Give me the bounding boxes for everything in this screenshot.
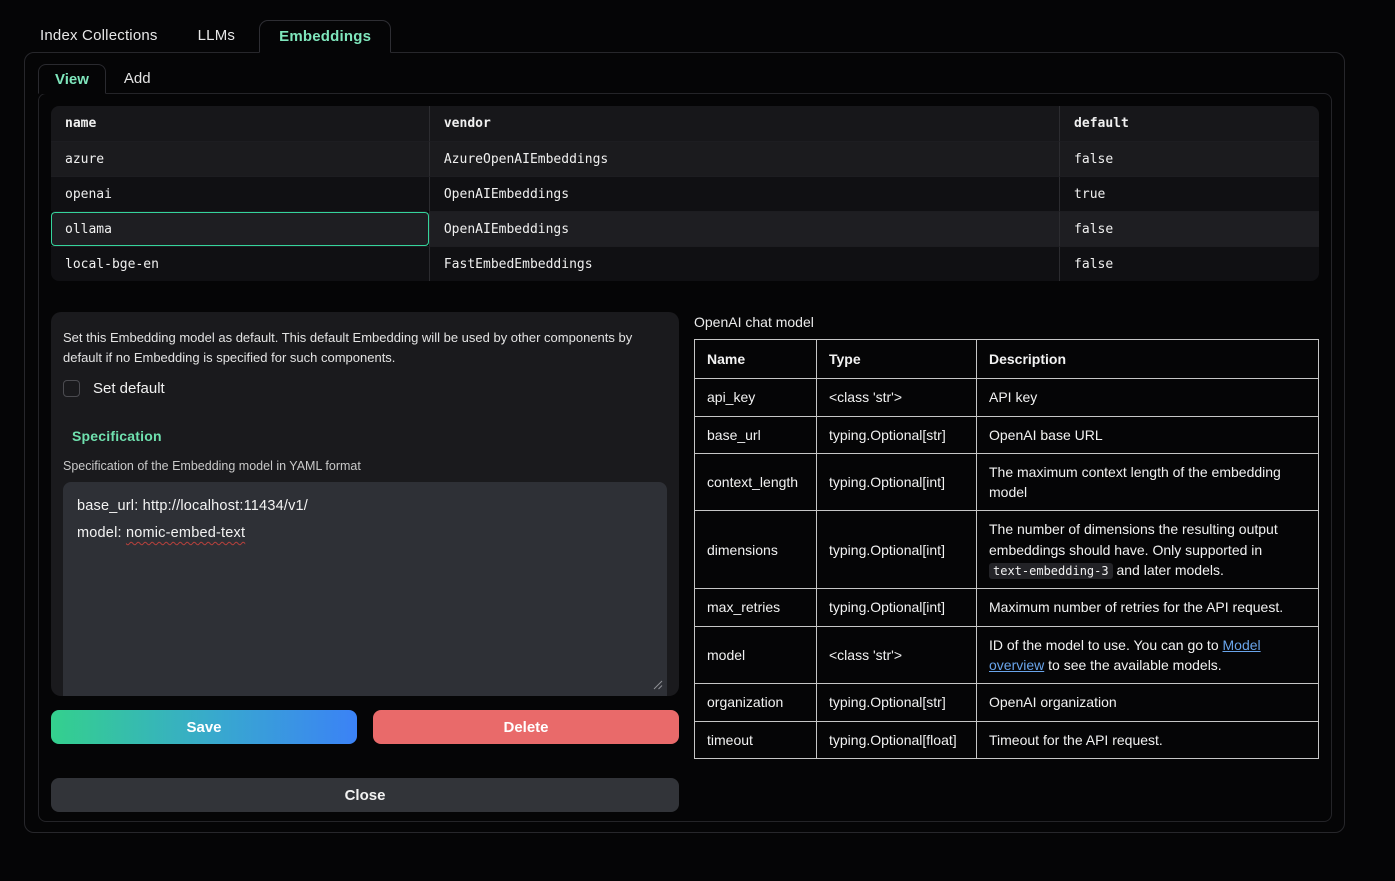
- specification-caption: Specification of the Embedding model in …: [63, 459, 667, 473]
- schema-doc-column: OpenAI chat model Name Type Description …: [694, 312, 1319, 759]
- schema-table-header: Name Type Description: [695, 340, 1319, 379]
- embedding-cell-vendor[interactable]: FastEmbedEmbeddings: [429, 246, 1059, 281]
- yaml-line: base_url: http://localhost:11434/v1/: [77, 493, 653, 520]
- yaml-spec-editor[interactable]: base_url: http://localhost:11434/v1/ mod…: [63, 482, 667, 696]
- embedding-row-azure[interactable]: azureAzureOpenAIEmbeddingsfalse: [51, 141, 1319, 176]
- embedding-row-openai[interactable]: openaiOpenAIEmbeddingstrue: [51, 176, 1319, 211]
- schema-cell-description: Maximum number of retries for the API re…: [977, 589, 1319, 626]
- tab-view[interactable]: View: [38, 64, 106, 94]
- schema-cell-description: The number of dimensions the resulting o…: [977, 511, 1319, 589]
- misspelled-word: nomic-embed-text: [126, 525, 245, 541]
- embedding-cell-default[interactable]: false: [1059, 246, 1319, 281]
- embedding-cell-default[interactable]: false: [1059, 211, 1319, 246]
- set-default-checkbox[interactable]: [63, 380, 80, 397]
- description-text: The number of dimensions the resulting o…: [989, 521, 1278, 557]
- schema-row-dimensions: dimensionstyping.Optional[int] The number…: [695, 511, 1319, 589]
- save-button[interactable]: Save: [51, 710, 357, 744]
- view-add-tabbar: View Add: [38, 62, 1332, 93]
- inline-code: text-embedding-3: [989, 563, 1113, 579]
- default-description-text: Set this Embedding model as default. Thi…: [63, 328, 663, 367]
- embedding-row-ollama[interactable]: ollamaOpenAIEmbeddingsfalse: [51, 211, 1319, 246]
- schema-cell-type: typing.Optional[str]: [817, 416, 977, 453]
- embeddings-panel: View Add name vendor default azureAzureO…: [24, 52, 1345, 833]
- resize-handle-icon[interactable]: [653, 673, 663, 696]
- tab-index-collections[interactable]: Index Collections: [24, 19, 174, 52]
- schema-cell-description: API key: [977, 379, 1319, 416]
- schema-cell-type: typing.Optional[int]: [817, 589, 977, 626]
- schema-cell-description: OpenAI organization: [977, 684, 1319, 721]
- delete-button[interactable]: Delete: [373, 710, 679, 744]
- schema-cell-type: typing.Optional[int]: [817, 511, 977, 589]
- schema-cell-name: api_key: [695, 379, 817, 416]
- description-text: ID of the model to use. You can go to: [989, 637, 1223, 653]
- embedding-cell-name[interactable]: local-bge-en: [51, 246, 429, 281]
- schema-cell-description: OpenAI base URL: [977, 416, 1319, 453]
- schema-cell-description: Timeout for the API request.: [977, 721, 1319, 758]
- schema-row-max_retries: max_retriestyping.Optional[int] Maximum n…: [695, 589, 1319, 626]
- description-text: API key: [989, 389, 1037, 405]
- schema-title: OpenAI chat model: [694, 314, 1319, 330]
- schema-column-name: Name: [695, 340, 817, 379]
- set-default-row: Set default: [63, 380, 667, 397]
- schema-row-base_url: base_urltyping.Optional[str] OpenAI base …: [695, 416, 1319, 453]
- schema-column-description: Description: [977, 340, 1319, 379]
- schema-cell-name: context_length: [695, 453, 817, 511]
- schema-cell-name: dimensions: [695, 511, 817, 589]
- embedding-cell-name[interactable]: ollama: [51, 211, 429, 246]
- embedding-row-local-bge-en[interactable]: local-bge-enFastEmbedEmbeddingsfalse: [51, 246, 1319, 281]
- description-text: Maximum number of retries for the API re…: [989, 599, 1283, 615]
- view-panel: name vendor default azureAzureOpenAIEmbe…: [38, 93, 1332, 822]
- schema-cell-type: <class 'str'>: [817, 626, 977, 684]
- specification-heading: Specification: [63, 428, 667, 444]
- schema-table: Name Type Description api_key<class 'str…: [694, 339, 1319, 759]
- schema-cell-type: typing.Optional[int]: [817, 453, 977, 511]
- column-header-default: default: [1059, 106, 1319, 141]
- schema-cell-name: organization: [695, 684, 817, 721]
- embeddings-table: name vendor default azureAzureOpenAIEmbe…: [51, 106, 1319, 281]
- schema-cell-name: max_retries: [695, 589, 817, 626]
- schema-cell-description: ID of the model to use. You can go to Mo…: [977, 626, 1319, 684]
- schema-cell-type: typing.Optional[float]: [817, 721, 977, 758]
- schema-cell-description: The maximum context length of the embedd…: [977, 453, 1319, 511]
- schema-row-timeout: timeouttyping.Optional[float] Timeout for…: [695, 721, 1319, 758]
- embedding-cell-name[interactable]: azure: [51, 141, 429, 176]
- schema-cell-name: base_url: [695, 416, 817, 453]
- schema-column-type: Type: [817, 340, 977, 379]
- set-default-label: Set default: [93, 380, 165, 397]
- tab-add[interactable]: Add: [108, 63, 167, 93]
- embedding-cell-vendor[interactable]: OpenAIEmbeddings: [429, 211, 1059, 246]
- schema-cell-type: <class 'str'>: [817, 379, 977, 416]
- embedding-cell-vendor[interactable]: OpenAIEmbeddings: [429, 176, 1059, 211]
- column-header-name: name: [51, 106, 429, 141]
- tab-llms[interactable]: LLMs: [182, 19, 251, 52]
- schema-cell-name: timeout: [695, 721, 817, 758]
- column-header-vendor: vendor: [429, 106, 1059, 141]
- description-text: to see the available models.: [1044, 657, 1221, 673]
- description-text: The maximum context length of the embedd…: [989, 464, 1281, 500]
- embedding-detail-column: Set this Embedding model as default. Thi…: [51, 312, 679, 812]
- default-and-spec-card: Set this Embedding model as default. Thi…: [51, 312, 679, 696]
- schema-row-organization: organizationtyping.Optional[str] OpenAI o…: [695, 684, 1319, 721]
- embeddings-table-header: name vendor default: [51, 106, 1319, 141]
- close-button[interactable]: Close: [51, 778, 679, 812]
- schema-cell-type: typing.Optional[str]: [817, 684, 977, 721]
- description-text: OpenAI organization: [989, 694, 1117, 710]
- embedding-cell-default[interactable]: false: [1059, 141, 1319, 176]
- schema-row-api_key: api_key<class 'str'> API key: [695, 379, 1319, 416]
- schema-row-context_length: context_lengthtyping.Optional[int] The ma…: [695, 453, 1319, 511]
- yaml-line: model: nomic-embed-text: [77, 520, 653, 547]
- embedding-cell-default[interactable]: true: [1059, 176, 1319, 211]
- description-text: Timeout for the API request.: [989, 732, 1163, 748]
- schema-row-model: model<class 'str'>ID of the model to use…: [695, 626, 1319, 684]
- embedding-cell-name[interactable]: openai: [51, 176, 429, 211]
- embedding-cell-vendor[interactable]: AzureOpenAIEmbeddings: [429, 141, 1059, 176]
- description-text: and later models.: [1113, 562, 1224, 578]
- main-tabbar: Index Collections LLMs Embeddings: [0, 0, 1395, 52]
- tab-embeddings[interactable]: Embeddings: [259, 20, 391, 53]
- description-text: OpenAI base URL: [989, 427, 1103, 443]
- schema-cell-name: model: [695, 626, 817, 684]
